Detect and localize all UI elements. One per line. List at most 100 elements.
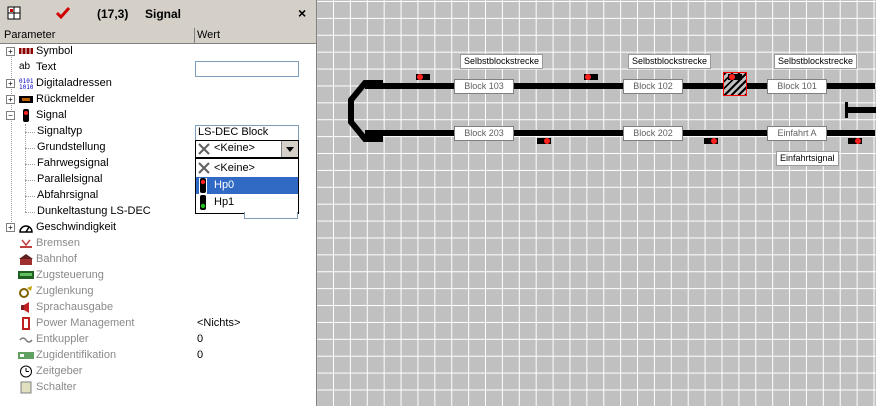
tree-item-label: Zeitgeber: [36, 365, 83, 377]
block-103[interactable]: Block 103: [454, 79, 514, 94]
track-stub[interactable]: [847, 107, 876, 113]
tree-item-signal[interactable]: − Signal: [0, 108, 316, 124]
track-layout-canvas[interactable]: Selbstblockstrecke Selbstblockstrecke Se…: [317, 0, 876, 406]
block-202[interactable]: Block 202: [623, 126, 683, 141]
tree-item-digitaladressen[interactable]: + 0101 1010 Digitaladressen: [0, 76, 316, 92]
tree-item-zeitgeber[interactable]: Zeitgeber: [0, 364, 316, 380]
block-102[interactable]: Block 102: [623, 79, 683, 94]
grundstellung-select[interactable]: <Keine>: [195, 140, 299, 158]
entkuppler-value[interactable]: 0: [197, 333, 203, 345]
svg-text:1010: 1010: [19, 84, 33, 90]
option-label: Hp1: [214, 196, 235, 208]
train-control-icon: [18, 269, 34, 282]
panel-title: Signal: [145, 7, 182, 21]
tree-item-zuglenkung[interactable]: Zuglenkung: [0, 284, 316, 300]
brake-icon: [19, 237, 33, 250]
tree-item-label: Power Management: [36, 317, 135, 329]
uncoupler-icon: [19, 333, 33, 346]
collapse-icon[interactable]: −: [6, 111, 15, 120]
hidden-field-edge: [244, 212, 298, 219]
tree-item-label: Zugidentifikation: [36, 349, 117, 361]
signal-top-1[interactable]: [416, 74, 430, 80]
power-icon: [19, 317, 33, 330]
tree-item-geschwindigkeit[interactable]: + Geschwindigkeit: [0, 220, 316, 236]
text-value-field[interactable]: [195, 61, 299, 77]
none-icon: [198, 162, 210, 177]
tree-item-zugidentifikation[interactable]: Zugidentifikation 0: [0, 348, 316, 364]
block-einfahrt-a[interactable]: Einfahrt A: [767, 126, 827, 141]
grid-icon[interactable]: [7, 6, 21, 23]
zugidentifikation-value[interactable]: 0: [197, 349, 203, 361]
close-icon[interactable]: ×: [298, 5, 306, 21]
signal-selected[interactable]: [728, 74, 742, 80]
buffer-stop: [845, 102, 848, 118]
signal-bottom-2[interactable]: [704, 138, 718, 144]
tree-item-label: Zuglenkung: [36, 285, 94, 297]
tree-item-symbol[interactable]: + Symbol: [0, 44, 316, 60]
title-bar: (17,3) Signal ×: [0, 0, 316, 29]
properties-panel: (17,3) Signal × Parameter Wert + Symbol …: [0, 0, 317, 406]
expand-icon[interactable]: +: [6, 47, 15, 56]
power-management-value[interactable]: <Nichts>: [197, 317, 240, 329]
routing-icon: [19, 285, 33, 298]
signaltyp-field[interactable]: LS-DEC Block: [195, 125, 299, 141]
station-icon: [19, 253, 33, 266]
tree-item-label: Geschwindigkeit: [36, 221, 117, 233]
tree-item-rueckmelder[interactable]: + Rückmelder: [0, 92, 316, 108]
tree-item-entkuppler[interactable]: Entkuppler 0: [0, 332, 316, 348]
signal-bottom-3[interactable]: [848, 138, 862, 144]
grundstellung-dropdown-list[interactable]: <Keine> Hp0 Hp1: [195, 158, 299, 214]
tree-item-label: Signal: [36, 109, 67, 121]
tree-item-schalter[interactable]: Schalter: [0, 380, 316, 396]
dropdown-option-hp1[interactable]: Hp1: [196, 194, 298, 211]
signaltyp-value: LS-DEC Block: [198, 126, 269, 138]
tree-item-power-management[interactable]: Power Management <Nichts>: [0, 316, 316, 332]
tree-item-signaltyp[interactable]: Signaltyp LS-DEC Block: [0, 124, 316, 141]
speaker-icon: [19, 301, 33, 314]
tree-item-label: Symbol: [36, 45, 73, 57]
chevron-down-icon[interactable]: [281, 141, 298, 157]
einfahrtsignal-label[interactable]: Einfahrtsignal: [776, 151, 839, 166]
section-label[interactable]: Selbstblockstrecke: [628, 54, 712, 69]
block-203[interactable]: Block 203: [454, 126, 514, 141]
tree-item-label: Rückmelder: [36, 93, 95, 105]
checkmark-icon[interactable]: [55, 6, 71, 23]
tree-item-label: Signaltyp: [37, 125, 83, 137]
tree-item-text[interactable]: ab Text: [0, 60, 316, 77]
tree-item-label: Dunkeltastung LS-DEC: [37, 205, 151, 217]
tree-item-label: Zugsteuerung: [36, 269, 104, 281]
tree-item-label: Grundstellung: [37, 141, 106, 153]
signal-bottom-1[interactable]: [537, 138, 551, 144]
option-label: <Keine>: [214, 162, 255, 174]
train-id-icon: [18, 349, 34, 362]
section-label[interactable]: Selbstblockstrecke: [774, 54, 858, 69]
tree-item-bahnhof[interactable]: Bahnhof: [0, 252, 316, 268]
text-icon: ab: [19, 61, 31, 72]
selected-signal-cell[interactable]: [723, 72, 747, 96]
column-header: Parameter Wert: [0, 28, 316, 44]
signal-green-icon: [199, 195, 207, 213]
dropdown-option-hp0[interactable]: Hp0: [196, 177, 298, 196]
tree-item-sprachausgabe[interactable]: Sprachausgabe: [0, 300, 316, 316]
expand-icon[interactable]: +: [6, 95, 15, 104]
section-label[interactable]: Selbstblockstrecke: [460, 54, 544, 69]
none-icon: [198, 143, 210, 158]
signal-icon: [22, 109, 36, 122]
clock-icon: [19, 365, 33, 378]
dropdown-option-keine[interactable]: <Keine>: [196, 160, 298, 177]
param-column-header[interactable]: Parameter: [4, 29, 55, 41]
tree-item-label: Entkuppler: [36, 333, 89, 345]
tree-item-zugsteuerung[interactable]: Zugsteuerung: [0, 268, 316, 284]
expand-icon[interactable]: +: [6, 223, 15, 232]
option-label: Hp0: [214, 179, 235, 191]
tree-item-bremsen[interactable]: Bremsen: [0, 236, 316, 252]
signal-top-2[interactable]: [584, 74, 598, 80]
tree-item-label: Fahrwegsignal: [37, 157, 109, 169]
block-101[interactable]: Block 101: [767, 79, 827, 94]
tree-item-label: Text: [36, 61, 57, 73]
tree-item-label: Digitaladressen: [36, 77, 112, 89]
value-column-header[interactable]: Wert: [197, 29, 220, 41]
expand-icon[interactable]: +: [6, 79, 15, 88]
tree-item-label: Bremsen: [36, 237, 81, 249]
tree-item-label: Schalter: [36, 381, 77, 393]
